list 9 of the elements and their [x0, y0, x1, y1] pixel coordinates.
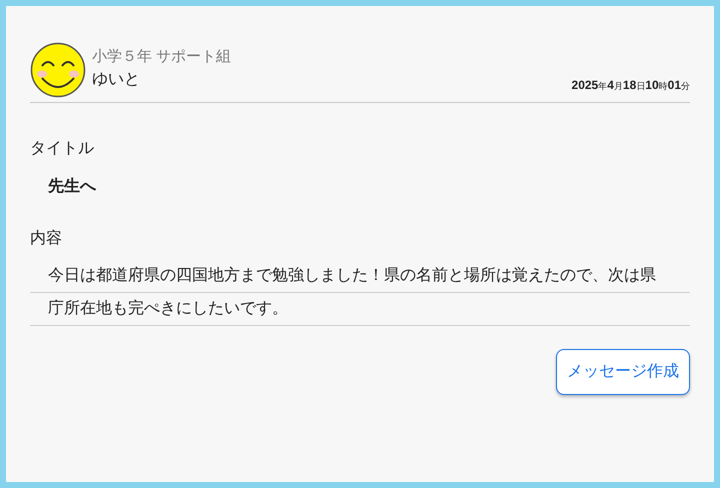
group-label: 小学５年 サポート組 — [92, 46, 232, 66]
student-name: ゆいと — [92, 70, 141, 90]
compose-message-button[interactable]: メッセージ作成 — [556, 349, 690, 395]
smiley-icon — [30, 42, 86, 98]
content-label: 内容 — [30, 228, 63, 249]
message-title: 先生へ — [48, 176, 97, 197]
message-content: 今日は都道府県の四国地方まで勉強しました！県の名前と場所は覚えたので、次は県庁所在地も完ぺきにしたいです。 — [48, 266, 657, 319]
title-label: タイトル — [30, 139, 95, 159]
timestamp: 2025年4月 18日 10時01分 — [572, 77, 690, 94]
